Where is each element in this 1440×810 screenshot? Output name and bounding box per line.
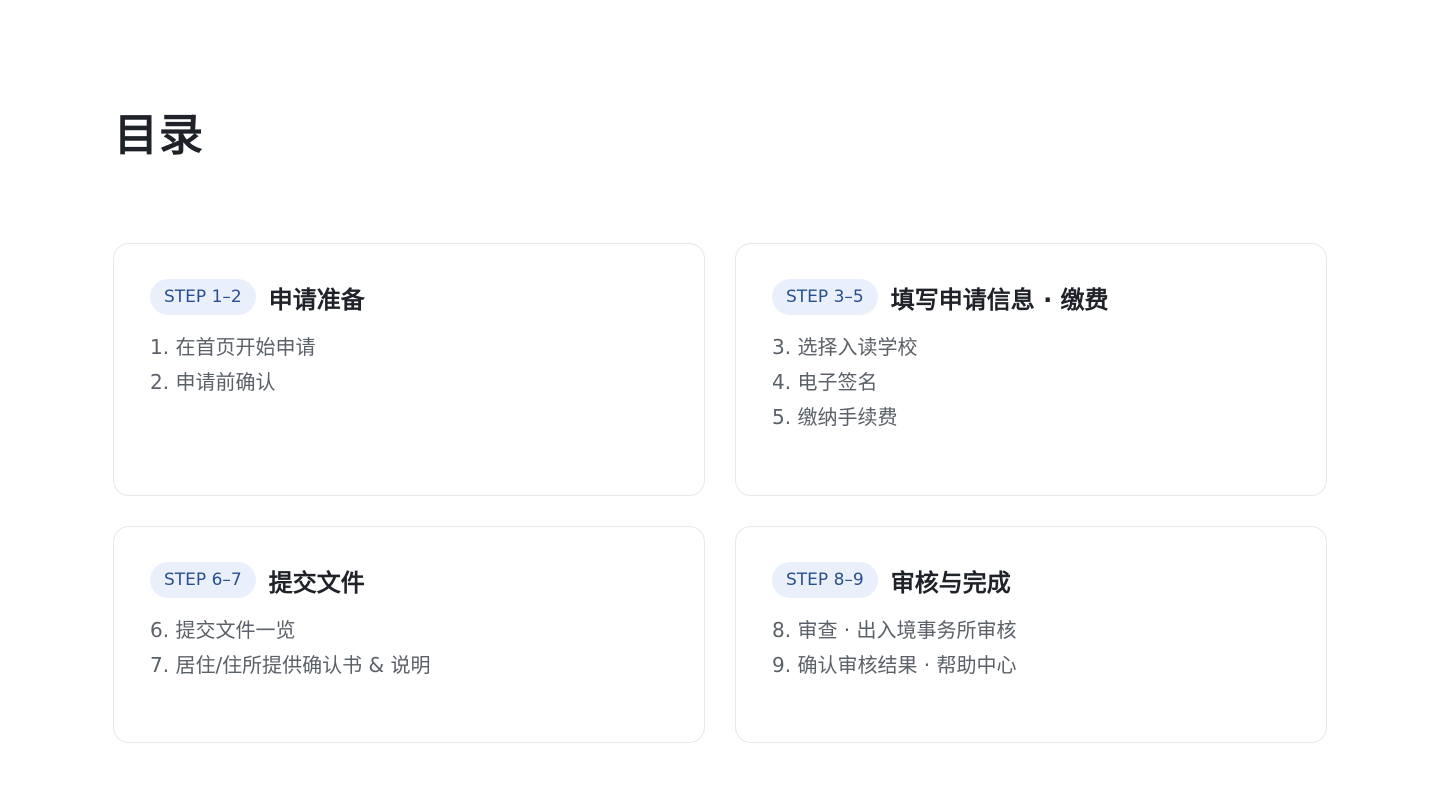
toc-card-step-3-5: STEP 3–5 填写申请信息 · 缴费 3. 选择入读学校 4. 电子签名 5… xyxy=(735,243,1327,496)
card-title: 提交文件 xyxy=(268,568,365,597)
toc-grid: STEP 1–2 申请准备 1. 在首页开始申请 2. 申请前确认 STEP 3… xyxy=(113,243,1327,743)
item-list: 3. 选择入读学校 4. 电子签名 5. 缴纳手续费 xyxy=(772,330,1290,435)
card-title: 申请准备 xyxy=(268,285,365,314)
card-header: STEP 3–5 填写申请信息 · 缴费 xyxy=(772,278,1290,316)
item-list: 6. 提交文件一览 7. 居住/住所提供确认书 & 说明 xyxy=(150,613,668,683)
card-title: 审核与完成 xyxy=(890,568,1011,597)
page-title: 目录 xyxy=(114,110,204,161)
step-badge: STEP 3–5 xyxy=(772,279,878,315)
list-item: 8. 审查 · 出入境事务所审核 xyxy=(772,618,1017,642)
toc-card-step-6-7: STEP 6–7 提交文件 6. 提交文件一览 7. 居住/住所提供确认书 & … xyxy=(113,526,705,743)
list-item: 7. 居住/住所提供确认书 & 说明 xyxy=(150,653,431,677)
list-item: 9. 确认审核结果 · 帮助中心 xyxy=(772,653,1017,677)
card-header: STEP 6–7 提交文件 xyxy=(150,561,668,599)
toc-card-step-8-9: STEP 8–9 审核与完成 8. 审查 · 出入境事务所审核 9. 确认审核结… xyxy=(735,526,1327,743)
list-item: 6. 提交文件一览 xyxy=(150,618,296,642)
item-list: 8. 审查 · 出入境事务所审核 9. 确认审核结果 · 帮助中心 xyxy=(772,613,1290,683)
card-header: STEP 1–2 申请准备 xyxy=(150,278,668,316)
list-item: 2. 申请前确认 xyxy=(150,370,276,394)
item-list: 1. 在首页开始申请 2. 申请前确认 xyxy=(150,330,668,400)
step-badge: STEP 8–9 xyxy=(772,562,878,598)
step-badge: STEP 6–7 xyxy=(150,562,256,598)
list-item: 1. 在首页开始申请 xyxy=(150,335,316,359)
list-item: 5. 缴纳手续费 xyxy=(772,405,898,429)
toc-card-step-1-2: STEP 1–2 申请准备 1. 在首页开始申请 2. 申请前确认 xyxy=(113,243,705,496)
list-item: 3. 选择入读学校 xyxy=(772,335,918,359)
step-badge: STEP 1–2 xyxy=(150,279,256,315)
list-item: 4. 电子签名 xyxy=(772,370,878,394)
card-header: STEP 8–9 审核与完成 xyxy=(772,561,1290,599)
card-title: 填写申请信息 · 缴费 xyxy=(890,285,1109,314)
